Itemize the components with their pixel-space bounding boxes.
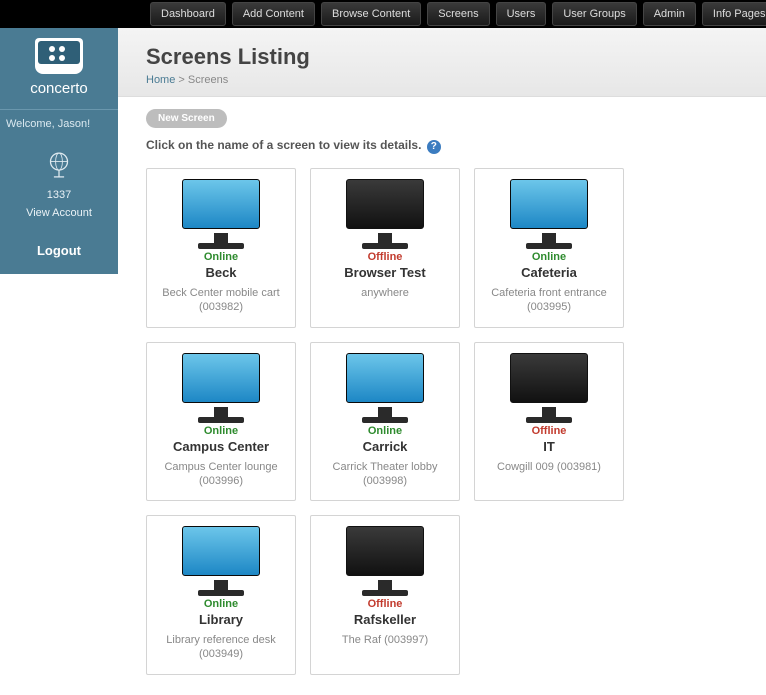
screen-card: Online Beck Beck Center mobile cart(003982… [146,168,296,328]
monitor-icon [346,526,424,596]
monitor-icon [510,179,588,249]
monitor-icon [182,526,260,596]
new-screen-button[interactable]: New Screen [146,109,227,128]
screen-name-link[interactable]: Browser Test [317,265,453,280]
sidebar: concerto Welcome, Jason! 1337 View Accou… [0,28,118,695]
screen-name-link[interactable]: Carrick [317,439,453,454]
screen-location: Campus Center lounge(003996) [153,460,289,489]
screen-name-link[interactable]: Beck [153,265,289,280]
nav-browse-content[interactable]: Browse Content [321,2,421,26]
screen-location: Beck Center mobile cart(003982) [153,286,289,315]
help-icon[interactable]: ? [427,140,441,154]
screen-location: The Raf (003997) [317,633,453,647]
screen-location: Library reference desk(003949) [153,633,289,662]
page-header: Screens Listing Home > Screens [118,28,766,97]
screen-card: Online Carrick Carrick Theater lobby(00399… [310,342,460,502]
status-badge: Online [481,251,617,263]
screen-location: anywhere [317,286,453,300]
status-badge: Online [153,598,289,610]
screen-card: Online Campus Center Campus Center lounge(… [146,342,296,502]
screen-card: Offline IT Cowgill 009 (003981) [474,342,624,502]
screen-location: Cafeteria front entrance(003995) [481,286,617,315]
status-badge: Online [153,425,289,437]
breadcrumb-current: Screens [188,74,228,86]
globe-icon [42,148,76,182]
toolbar: New Screen [118,97,766,130]
nav-info-pages[interactable]: Info Pages [702,2,766,26]
monitor-icon [346,179,424,249]
status-badge: Online [153,251,289,263]
screen-location: Cowgill 009 (003981) [481,460,617,474]
nav-admin[interactable]: Admin [643,2,696,26]
view-account-link[interactable]: View Account [0,207,118,219]
screen-card: Offline Rafskeller The Raf (003997) [310,515,460,675]
status-badge: Online [317,425,453,437]
logo-icon [35,38,83,74]
monitor-icon [182,353,260,423]
status-badge: Offline [317,251,453,263]
screen-name-link[interactable]: IT [481,439,617,454]
monitor-icon [182,179,260,249]
monitor-icon [346,353,424,423]
nav-user-groups[interactable]: User Groups [552,2,636,26]
account-count: 1337 [0,189,118,201]
page-title: Screens Listing [146,44,766,70]
top-nav: DashboardAdd ContentBrowse ContentScreen… [0,0,766,28]
monitor-icon [510,353,588,423]
nav-dashboard[interactable]: Dashboard [150,2,226,26]
nav-add-content[interactable]: Add Content [232,2,315,26]
status-badge: Offline [317,598,453,610]
nav-screens[interactable]: Screens [427,2,489,26]
breadcrumb-home[interactable]: Home [146,74,175,86]
screen-card: Online Library Library reference desk(0039… [146,515,296,675]
screen-name-link[interactable]: Rafskeller [317,612,453,627]
main-content: Screens Listing Home > Screens New Scree… [118,28,766,695]
screen-card: Online Cafeteria Cafeteria front entrance(… [474,168,624,328]
brand-name: concerto [0,80,118,97]
breadcrumb: Home > Screens [146,74,766,86]
screens-grid: Online Beck Beck Center mobile cart(003982… [118,164,766,695]
instruction-text: Click on the name of a screen to view it… [118,130,766,164]
welcome-text: Welcome, Jason! [0,109,118,138]
screen-name-link[interactable]: Library [153,612,289,627]
screen-location: Carrick Theater lobby(003998) [317,460,453,489]
logout-button[interactable]: Logout [0,233,118,274]
screen-name-link[interactable]: Campus Center [153,439,289,454]
brand-logo[interactable]: concerto [0,28,118,109]
screen-name-link[interactable]: Cafeteria [481,265,617,280]
screen-card: Offline Browser Test anywhere [310,168,460,328]
nav-users[interactable]: Users [496,2,547,26]
account-block: 1337 View Account [0,138,118,233]
status-badge: Offline [481,425,617,437]
